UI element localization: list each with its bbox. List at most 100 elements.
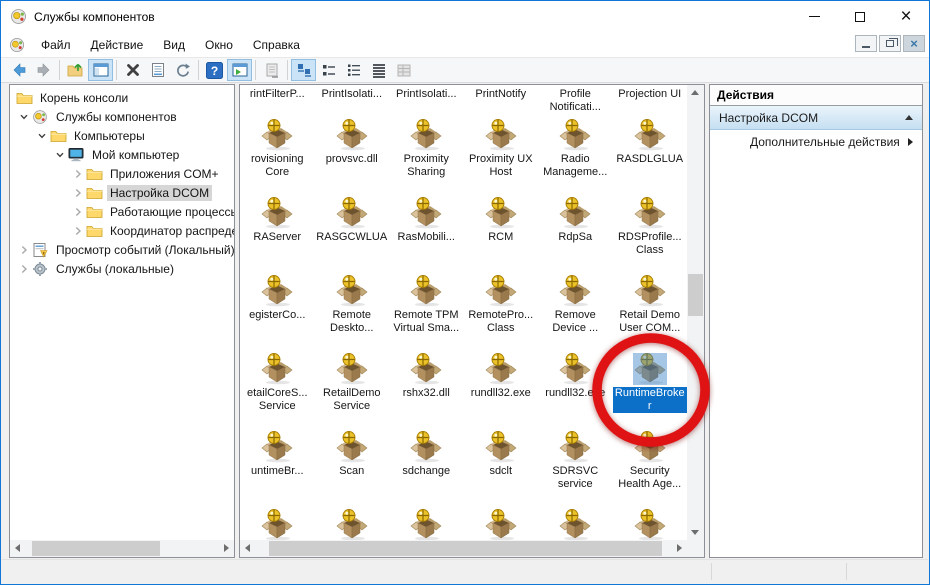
mdi-minimize-button[interactable] bbox=[855, 35, 877, 52]
delete-button[interactable] bbox=[120, 59, 145, 81]
help-button[interactable]: ? bbox=[202, 59, 227, 81]
dcom-item[interactable]: Security Health Age... bbox=[613, 427, 688, 505]
minimize-button[interactable] bbox=[791, 1, 837, 32]
dcom-item-partial[interactable] bbox=[389, 505, 464, 540]
list-horizontal-scrollbar[interactable] bbox=[240, 540, 687, 557]
dcom-item-selected[interactable]: RuntimeBroker bbox=[613, 349, 688, 427]
chevron-right-icon[interactable] bbox=[16, 261, 32, 277]
mdi-restore-button[interactable] bbox=[879, 35, 901, 52]
menu-item-3[interactable]: Окно bbox=[195, 34, 243, 56]
dcom-item-label-partial[interactable]: Profile Notificati... bbox=[538, 85, 613, 115]
dcom-item[interactable]: RemotePro... Class bbox=[464, 271, 539, 349]
dcom-item[interactable]: rundll32.exe bbox=[464, 349, 539, 427]
dcom-item[interactable]: Proximity Sharing bbox=[389, 115, 464, 193]
dcom-item[interactable]: egisterCo... bbox=[240, 271, 315, 349]
view-details-button[interactable] bbox=[366, 59, 391, 81]
tree-scroll-track[interactable] bbox=[27, 540, 217, 557]
dcom-item[interactable]: rundll32.exe bbox=[538, 349, 613, 427]
scroll-right-button[interactable] bbox=[670, 540, 687, 557]
dcom-item-partial[interactable] bbox=[240, 505, 315, 540]
collapse-section-icon[interactable] bbox=[905, 115, 913, 120]
scroll-left-button[interactable] bbox=[240, 540, 257, 557]
show-console-tree-button[interactable] bbox=[88, 59, 113, 81]
refresh-button[interactable] bbox=[170, 59, 195, 81]
dcom-item[interactable]: Remote Deskto... bbox=[315, 271, 390, 349]
dcom-item[interactable]: sdchange bbox=[389, 427, 464, 505]
dcom-item[interactable]: untimeBr... bbox=[240, 427, 315, 505]
menu-item-1[interactable]: Действие bbox=[81, 34, 154, 56]
tree-item[interactable]: Координатор распреде bbox=[10, 221, 234, 240]
dcom-item[interactable]: RAServer bbox=[240, 193, 315, 271]
dcom-item[interactable]: Retail Demo User COM... bbox=[613, 271, 688, 349]
dcom-item[interactable]: rshx32.dll bbox=[389, 349, 464, 427]
dcom-item[interactable]: RASDLGLUA bbox=[613, 115, 688, 193]
tree-item[interactable]: Службы (локальные) bbox=[10, 259, 234, 278]
list-vscroll-track[interactable] bbox=[687, 102, 704, 523]
properties-button[interactable] bbox=[145, 59, 170, 81]
view-small-icons-button[interactable] bbox=[316, 59, 341, 81]
tree-item[interactable]: Компьютеры bbox=[10, 126, 234, 145]
tree-item[interactable]: Корень консоли bbox=[10, 88, 234, 107]
tree-item[interactable]: Мой компьютер bbox=[10, 145, 234, 164]
dcom-item[interactable]: RDSProfile... Class bbox=[613, 193, 688, 271]
close-button[interactable]: × bbox=[883, 1, 929, 32]
actions-item-more-actions[interactable]: Дополнительные действия bbox=[710, 130, 922, 153]
show-window-button[interactable] bbox=[227, 59, 252, 81]
up-one-level-button[interactable] bbox=[63, 59, 88, 81]
scroll-left-button[interactable] bbox=[10, 540, 27, 557]
dcom-item[interactable]: Remote TPM Virtual Sma... bbox=[389, 271, 464, 349]
view-large-icons-button[interactable] bbox=[291, 59, 316, 81]
scroll-right-button[interactable] bbox=[217, 540, 234, 557]
dcom-item[interactable]: Remove Device ... bbox=[538, 271, 613, 349]
chevron-right-icon[interactable] bbox=[70, 223, 86, 239]
dcom-item[interactable]: sdclt bbox=[464, 427, 539, 505]
chevron-down-icon[interactable] bbox=[34, 128, 50, 144]
actions-section-dcom-config[interactable]: Настройка DCOM bbox=[710, 106, 922, 130]
dcom-item-partial[interactable] bbox=[538, 505, 613, 540]
tree-item[interactable]: Службы компонентов bbox=[10, 107, 234, 126]
view-tiles-button[interactable] bbox=[391, 59, 416, 81]
dcom-item-label-partial[interactable]: rintFilterP... bbox=[240, 85, 315, 115]
tree-item[interactable]: Работающие процессы bbox=[10, 202, 234, 221]
tree-item[interactable]: Просмотр событий (Локальный) bbox=[10, 240, 234, 259]
chevron-right-icon[interactable] bbox=[16, 242, 32, 258]
dcom-item[interactable]: SDRSVC service bbox=[538, 427, 613, 505]
dcom-item-label-partial[interactable]: PrintNotify bbox=[464, 85, 539, 115]
dcom-item-partial[interactable] bbox=[613, 505, 688, 540]
mdi-close-button[interactable]: × bbox=[903, 35, 925, 52]
dcom-item[interactable]: rovisioning Core bbox=[240, 115, 315, 193]
list-vscroll-thumb[interactable] bbox=[688, 274, 703, 316]
tree-item[interactable]: Настройка DCOM bbox=[10, 183, 234, 202]
chevron-right-icon[interactable] bbox=[70, 185, 86, 201]
tree-item[interactable]: Приложения COM+ bbox=[10, 164, 234, 183]
dcom-item-label-partial[interactable]: Projection UI bbox=[613, 85, 688, 115]
chevron-right-icon[interactable] bbox=[70, 166, 86, 182]
dcom-item[interactable]: provsvc.dll bbox=[315, 115, 390, 193]
dcom-item[interactable]: Proximity UX Host bbox=[464, 115, 539, 193]
dcom-item-label-partial[interactable]: PrintIsolati... bbox=[389, 85, 464, 115]
dcom-item-partial[interactable] bbox=[315, 505, 390, 540]
list-hscroll-track[interactable] bbox=[257, 540, 670, 557]
list-vertical-scrollbar[interactable] bbox=[687, 85, 704, 540]
tree-horizontal-scrollbar[interactable] bbox=[10, 540, 234, 557]
maximize-button[interactable] bbox=[837, 1, 883, 32]
export-list-button[interactable] bbox=[259, 59, 284, 81]
menu-item-4[interactable]: Справка bbox=[243, 34, 310, 56]
tree-scroll-thumb[interactable] bbox=[32, 541, 160, 556]
menu-item-2[interactable]: Вид bbox=[153, 34, 195, 56]
dcom-item[interactable]: Scan bbox=[315, 427, 390, 505]
scroll-down-button[interactable] bbox=[687, 523, 704, 540]
dcom-item[interactable]: RdpSa bbox=[538, 193, 613, 271]
dcom-item[interactable]: Radio Manageme... bbox=[538, 115, 613, 193]
menu-item-0[interactable]: Файл bbox=[31, 34, 81, 56]
chevron-down-icon[interactable] bbox=[16, 109, 32, 125]
dcom-item[interactable]: RetailDemo Service bbox=[315, 349, 390, 427]
dcom-item[interactable]: RASGCWLUA bbox=[315, 193, 390, 271]
chevron-right-icon[interactable] bbox=[70, 204, 86, 220]
back-button[interactable] bbox=[6, 59, 31, 81]
dcom-item[interactable]: RasMobili... bbox=[389, 193, 464, 271]
list-hscroll-thumb[interactable] bbox=[269, 541, 662, 556]
chevron-down-icon[interactable] bbox=[52, 147, 68, 163]
scroll-up-button[interactable] bbox=[687, 85, 704, 102]
forward-button[interactable] bbox=[31, 59, 56, 81]
